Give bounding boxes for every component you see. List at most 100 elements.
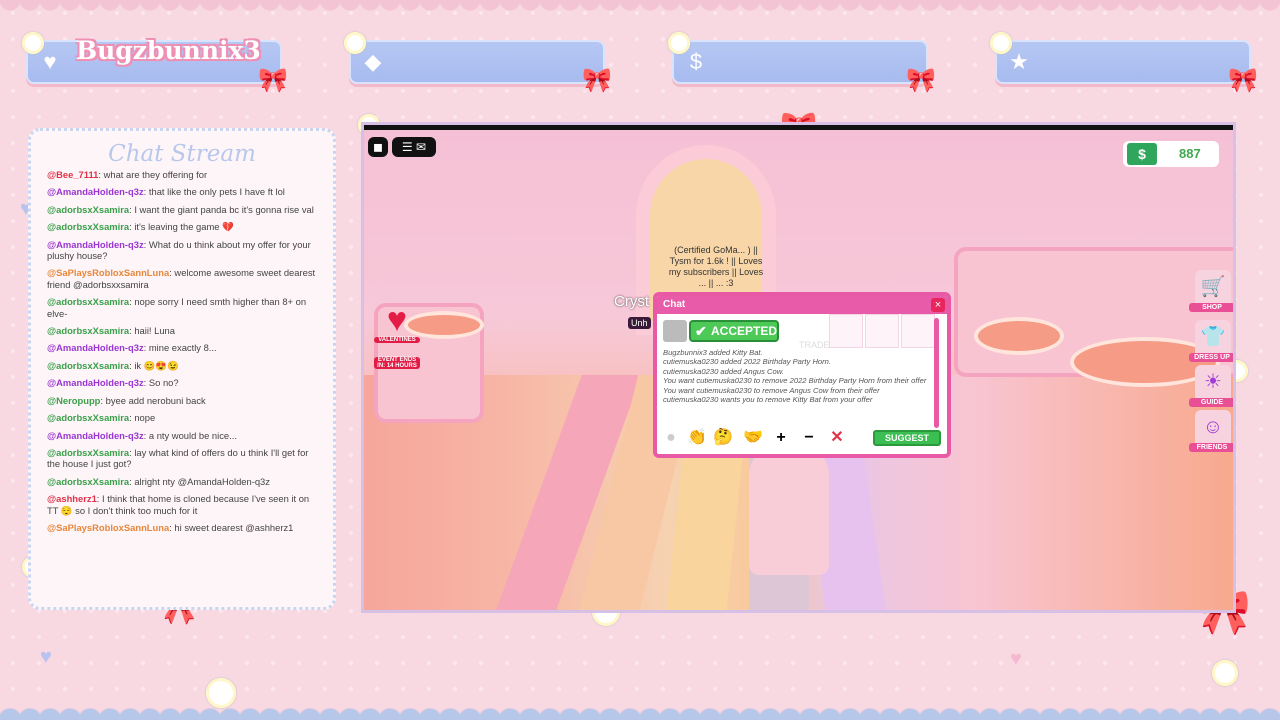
trade-header: Chat (657, 296, 947, 314)
chat-username: @SaPlaysRobloxSannLuna (47, 267, 170, 279)
think-icon[interactable]: 🤔 (713, 428, 733, 448)
guide-button[interactable]: ☀ GUIDE (1189, 365, 1233, 407)
chat-message: @Neropupp: byee add nerobuni back (47, 394, 206, 406)
chat-message: @AmandaHolden-q3z: mine exactly 8... (47, 342, 217, 354)
chat-username: @adorbsxXsamira (47, 446, 130, 458)
flower-icon (344, 32, 366, 54)
shop-button[interactable]: 🛒 SHOP (1189, 270, 1233, 312)
chat-message: @adorbsxXsamira: nope (47, 412, 156, 424)
top-bar-money: $ (672, 40, 928, 84)
dress-up-button[interactable]: 👕 DRESS UP (1189, 320, 1233, 362)
chat-username: @adorbsxXsamira (47, 296, 130, 308)
chat-username: @SaPlaysRobloxSannLuna (47, 521, 170, 533)
handshake-icon[interactable]: 🤝 (743, 428, 763, 448)
flower-icon (1212, 660, 1238, 686)
roblox-menu-button[interactable]: ◼ (368, 137, 388, 157)
player-nameplate: (Certified GoMa... ) || Tysm for 1.6k ! … (668, 245, 764, 288)
trade-item-slot[interactable] (829, 314, 863, 348)
chat-text: So no? (148, 377, 179, 389)
diamond-icon: ◆ (364, 49, 382, 74)
top-scallop-border (0, 0, 1280, 22)
chat-username: @Bee_7111 (47, 169, 99, 180)
chat-text: alright nty @AmandaHolden-q3z (134, 475, 270, 487)
chat-message: @adorbsxXsamira: lay what kind of offers… (47, 446, 309, 470)
chat-text: it's leaving the game 💔 (134, 221, 234, 233)
chat-message-list: @Bee_7111: what are they offering for @Am… (47, 169, 321, 533)
chat-message: @AmandaHolden-q3z: a nty would be nice..… (47, 429, 237, 441)
chat-message: @Bee_7111: what are they offering for (47, 169, 208, 180)
chat-username: @AmandaHolden-q3z (47, 342, 144, 354)
chat-text: nope (134, 412, 156, 424)
trade-item-slot[interactable] (901, 314, 935, 348)
player-tag: Cryst (614, 293, 649, 310)
top-bar-star: ★ (995, 40, 1251, 84)
hamburger-menu-button[interactable]: ☰ ✉ (392, 137, 436, 157)
player-avatar (749, 445, 829, 575)
suggest-button[interactable]: SUGGEST (873, 430, 941, 446)
chat-message: @adorbsxXsamira: haii! Luna (47, 325, 175, 337)
chat-message: @adorbsxXsamira: nope sorry I need smth … (47, 296, 307, 319)
chat-username: @adorbsxXsamira (47, 412, 130, 424)
chat-text: I want the giant panda bc it's gonna ris… (134, 203, 314, 215)
chat-text: byee add nerobuni back (105, 394, 206, 406)
friends-button[interactable]: ☺ FRIENDS (1189, 410, 1233, 452)
chat-message: @SaPlaysRobloxSannLuna: hi sweet dearest… (47, 521, 294, 533)
plus-icon[interactable]: + (771, 428, 791, 448)
chat-text: a nty would be nice... (148, 429, 237, 441)
bow-icon: 🎀 (906, 67, 936, 94)
valentine-event-badge[interactable]: ♥ VALENTINES EVENT ENDS IN: 14 HOURS (374, 303, 420, 375)
top-bar-diamond: ◆ (349, 40, 605, 84)
chat-username: @AmandaHolden-q3z (47, 238, 144, 250)
channel-name: Bugzbunnix3 (76, 36, 261, 65)
chat-username: @adorbsxXsamira (47, 203, 130, 215)
chat-message: @adorbsxXsamira: alright nty @AmandaHold… (47, 475, 270, 487)
heart-icon: ♥ (1010, 648, 1022, 670)
bow-icon: 🎀 (258, 67, 288, 94)
chat-text: that like the only pets I have ft lol (148, 186, 285, 198)
chat-stream-panel: Chat Stream @Bee_7111: what are they off… (28, 128, 336, 610)
heart-icon: ♥ (40, 646, 52, 668)
money-amount: 887 (1179, 146, 1201, 161)
cushion (974, 317, 1064, 355)
friends-icon: ☺ (1202, 416, 1224, 438)
trade-item-slot[interactable] (865, 314, 899, 348)
chat-username: @adorbsxXsamira (47, 359, 130, 371)
bow-icon: 🎀 (582, 67, 612, 94)
x-icon[interactable]: ✕ (827, 428, 847, 448)
chat-message: @ashherz1: I think that home is cloned b… (47, 493, 310, 516)
trade-toolbar: ● 👏 🤔 🤝 + − ✕ SUGGEST (661, 428, 943, 450)
minus-icon[interactable]: − (799, 428, 819, 448)
chat-text: ik 😊😍😉 (134, 359, 179, 371)
chat-text: what are they offering for (103, 169, 208, 180)
chat-username: @adorbsxXsamira (47, 221, 130, 233)
accepted-badge: ACCEPTED (689, 320, 779, 342)
chat-message: @adorbsxXsamira: I want the giant panda … (47, 203, 314, 215)
bow-icon: 🎀 (1228, 67, 1258, 94)
chat-text: mine exactly 8... (148, 342, 217, 354)
flower-icon (206, 678, 236, 708)
clap-icon[interactable]: 👏 (687, 428, 707, 448)
event-timer: EVENT ENDS IN: 14 HOURS (374, 357, 420, 369)
close-button[interactable]: × (931, 298, 945, 312)
chat-username: @AmandaHolden-q3z (47, 186, 144, 198)
game-top-border (364, 125, 1233, 130)
chat-text: haii! Luna (134, 325, 175, 337)
heart-icon: ♥ (43, 49, 57, 74)
chat-stream-title: Chat Stream (108, 141, 256, 167)
game-viewport[interactable]: ◼ ☰ ✉ $ 887 ♥ VALENTINES EVENT ENDS IN: … (361, 122, 1236, 613)
trade-log-scrollbar[interactable] (934, 318, 939, 428)
bottom-scallop-border (0, 690, 1280, 720)
chat-username: @ashherz1 (47, 493, 97, 505)
chat-message: @SaPlaysRobloxSannLuna: welcome awesome … (47, 267, 316, 290)
chat-text: hi sweet dearest @ashherz1 (174, 521, 294, 533)
chat-message: @AmandaHolden-q3z: So no? (47, 377, 179, 389)
trade-partner-avatar (663, 320, 687, 342)
flower-icon (22, 32, 44, 54)
valentine-label: VALENTINES (374, 337, 420, 343)
trade-window[interactable]: Chat × ACCEPTED TRADE Bugzbunnix3 added … (653, 292, 951, 458)
flower-icon (990, 32, 1012, 54)
chat-message: @adorbsxXsamira: it's leaving the game 💔 (47, 221, 234, 233)
emote-icon[interactable]: ● (661, 428, 681, 448)
chat-username: @adorbsxXsamira (47, 325, 130, 337)
money-display: $ 887 (1123, 141, 1219, 167)
